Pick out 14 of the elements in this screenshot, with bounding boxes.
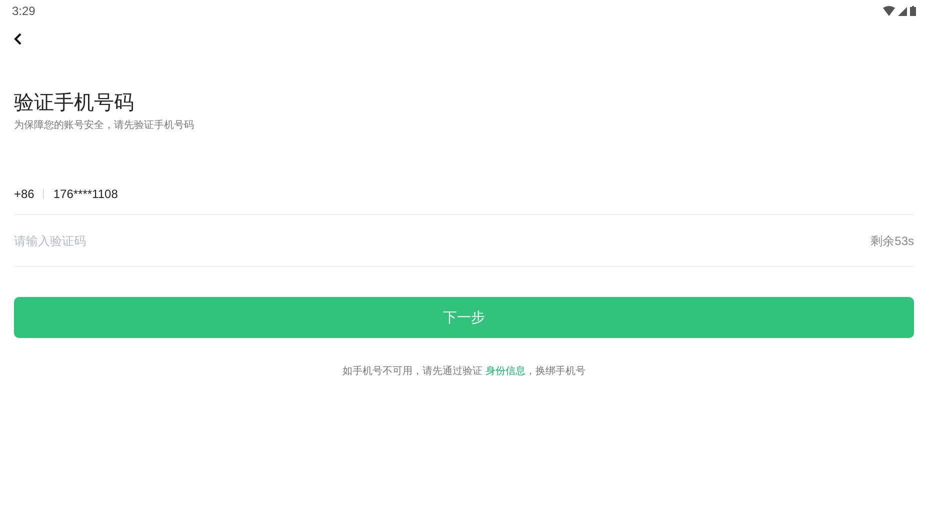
status-time: 3:29 xyxy=(12,3,36,20)
battery-icon xyxy=(910,6,916,16)
wifi-icon xyxy=(883,6,895,16)
footer-note: 如手机号不可用，请先通过验证 身份信息，换绑手机号 xyxy=(342,364,586,379)
page-title: 验证手机号码 xyxy=(14,91,134,116)
next-button[interactable]: 下一步 xyxy=(14,297,914,338)
country-code[interactable]: +86 xyxy=(14,184,34,202)
back-button[interactable] xyxy=(14,32,22,46)
identity-info-link[interactable]: 身份信息 xyxy=(485,366,526,377)
phone-number: 176****1108 xyxy=(53,186,118,202)
code-input-field[interactable]: 请输入验证码 xyxy=(14,232,414,250)
countdown-timer: 剩余53s xyxy=(870,232,914,250)
signal-icon xyxy=(898,6,907,16)
page-subtitle: 为保障您的账号安全，请先验证手机号码 xyxy=(14,118,194,133)
